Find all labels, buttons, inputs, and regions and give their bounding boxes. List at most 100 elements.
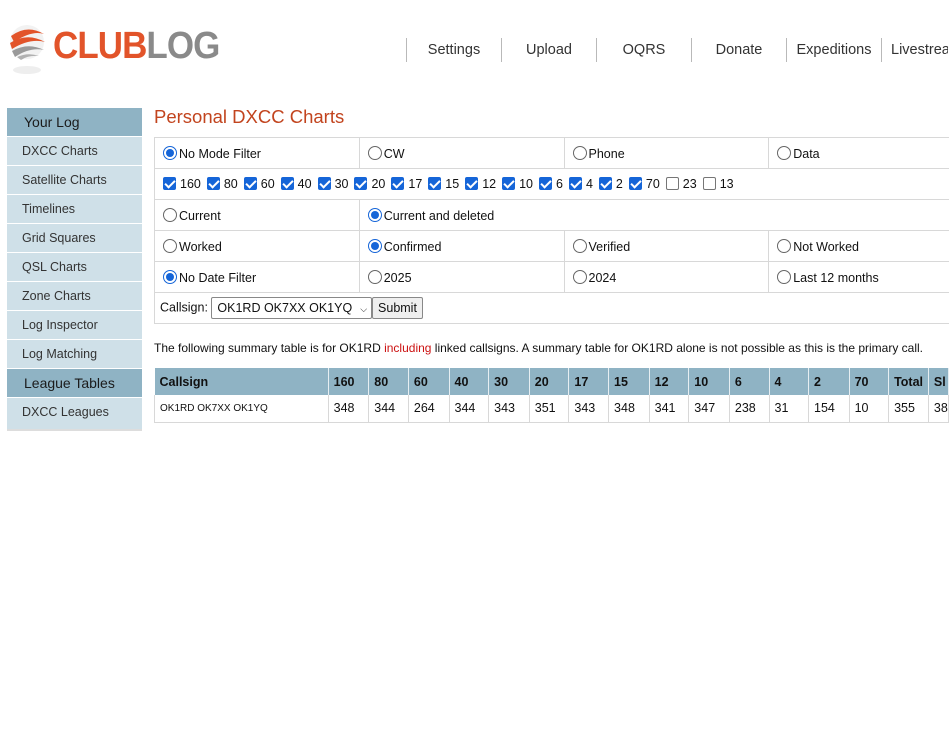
column-header[interactable]: 60	[408, 368, 450, 395]
nav-expeditions[interactable]: Expeditions	[786, 38, 881, 62]
sidebar-item-dxcc-leagues[interactable]: DXCC Leagues	[7, 398, 142, 431]
column-header[interactable]: 17	[568, 368, 610, 395]
status-option-confirmed[interactable]: Confirmed	[358, 230, 565, 262]
column-header[interactable]: Sl	[928, 368, 949, 395]
column-header[interactable]: 6	[729, 368, 770, 395]
row-count-cell: 344	[448, 395, 490, 423]
checkbox-band-15[interactable]	[428, 177, 442, 190]
checkbox-band-17[interactable]	[391, 177, 405, 190]
checkbox-band-160[interactable]	[163, 177, 176, 190]
checkbox-band-10[interactable]	[502, 177, 516, 190]
column-header[interactable]: 40	[449, 368, 490, 395]
column-header[interactable]: 10	[688, 368, 730, 395]
mode-option-none[interactable]: No Mode Filter	[154, 137, 360, 169]
nav-donate[interactable]: Donate	[691, 38, 786, 62]
mode-option-data[interactable]: Data	[768, 137, 949, 169]
radio-last-12-months[interactable]	[777, 269, 792, 284]
radio-2025[interactable]	[367, 269, 382, 284]
clublog-logo[interactable]: CLUBLOG	[8, 22, 220, 78]
checkbox-band-30[interactable]	[317, 177, 331, 190]
band-option-10[interactable]: 10	[502, 177, 533, 191]
sidebar-item-qsl-charts[interactable]: QSL Charts	[7, 253, 142, 282]
date-option-2025[interactable]: 2025	[358, 261, 565, 293]
date-option-none[interactable]: No Date Filter	[154, 261, 360, 293]
nav-oqrs[interactable]: OQRS	[596, 38, 691, 62]
band-option-60[interactable]: 60	[243, 177, 275, 191]
entity-option-current[interactable]: Current	[154, 199, 360, 231]
column-header[interactable]: 70	[849, 368, 890, 395]
checkbox-label: 6	[556, 177, 563, 191]
radio-phone[interactable]	[572, 145, 587, 160]
mode-option-phone[interactable]: Phone	[563, 137, 770, 169]
sidebar-item-dxcc-charts[interactable]: DXCC Charts	[7, 137, 142, 166]
date-option-last-12-months[interactable]: Last 12 months	[768, 261, 949, 293]
radio-no-date-filter[interactable]	[163, 269, 177, 284]
checkbox-band-20[interactable]	[354, 177, 368, 190]
band-option-70[interactable]: 70	[628, 177, 660, 191]
column-header[interactable]: 15	[608, 368, 650, 395]
band-option-17[interactable]: 17	[391, 177, 422, 191]
band-option-15[interactable]: 15	[428, 177, 459, 191]
band-option-160[interactable]: 160	[163, 177, 201, 191]
checkbox-band-60[interactable]	[243, 177, 257, 190]
callsign-select[interactable]: OK1RD OK7XX OK1YQ ⌵	[211, 297, 373, 319]
nav-livestream[interactable]: Livestream	[881, 38, 948, 62]
checkbox-band-80[interactable]	[206, 177, 220, 190]
nav-upload[interactable]: Upload	[501, 38, 596, 62]
radio-cw[interactable]	[367, 145, 382, 160]
column-header[interactable]: 30	[488, 368, 530, 395]
column-header[interactable]: Total	[888, 368, 929, 395]
checkbox-band-6[interactable]	[539, 177, 553, 190]
checkbox-band-12[interactable]	[465, 177, 479, 190]
checkbox-band-2[interactable]	[598, 177, 612, 190]
column-header[interactable]: 12	[649, 368, 690, 395]
band-option-20[interactable]: 20	[354, 177, 385, 191]
radio-confirmed[interactable]	[367, 238, 382, 253]
checkbox-band-23[interactable]	[665, 177, 679, 190]
band-option-4[interactable]: 4	[568, 177, 593, 191]
radio-worked[interactable]	[163, 238, 177, 253]
radio-verified[interactable]	[572, 238, 587, 253]
sidebar-item-log-matching[interactable]: Log Matching	[7, 340, 142, 369]
radio-no-mode-filter[interactable]	[163, 145, 177, 160]
status-option-worked[interactable]: Worked	[154, 230, 360, 262]
radio-not-worked[interactable]	[777, 238, 792, 253]
column-header[interactable]: 20	[529, 368, 570, 395]
checkbox-band-40[interactable]	[280, 177, 294, 190]
column-header[interactable]: 160	[328, 368, 370, 395]
column-header[interactable]: 4	[769, 368, 810, 395]
sidebar-item-timelines[interactable]: Timelines	[7, 195, 142, 224]
nav-settings[interactable]: Settings	[406, 38, 501, 62]
column-header[interactable]: 2	[808, 368, 850, 395]
checkbox-label: 15	[445, 177, 460, 191]
band-option-6[interactable]: 6	[539, 177, 563, 191]
checkbox-band-13[interactable]	[702, 177, 716, 190]
column-header[interactable]: Callsign	[154, 368, 329, 395]
logo-log-text: LOG	[146, 25, 220, 67]
band-option-2[interactable]: 2	[598, 177, 623, 191]
radio-data[interactable]	[777, 145, 792, 160]
submit-button[interactable]: Submit	[372, 297, 423, 319]
radio-current-and-deleted[interactable]	[367, 207, 382, 222]
status-option-verified[interactable]: Verified	[563, 230, 770, 262]
entity-option-current-and-deleted[interactable]: Current and deleted	[358, 199, 949, 231]
sidebar-item-log-inspector[interactable]: Log Inspector	[7, 311, 142, 340]
checkbox-band-70[interactable]	[628, 177, 642, 190]
sidebar-item-zone-charts[interactable]: Zone Charts	[7, 282, 142, 311]
radio-current[interactable]	[163, 207, 177, 222]
band-option-13[interactable]: 13	[702, 177, 734, 191]
radio-label: Current	[179, 208, 221, 223]
date-option-2024[interactable]: 2024	[563, 261, 770, 293]
checkbox-band-4[interactable]	[568, 177, 582, 190]
band-option-12[interactable]: 12	[465, 177, 496, 191]
band-option-80[interactable]: 80	[206, 177, 238, 191]
band-option-40[interactable]: 40	[280, 177, 312, 191]
mode-option-cw[interactable]: CW	[358, 137, 565, 169]
sidebar-item-satellite-charts[interactable]: Satellite Charts	[7, 166, 142, 195]
band-option-30[interactable]: 30	[317, 177, 348, 191]
status-option-not-worked[interactable]: Not Worked	[768, 230, 949, 262]
radio-2024[interactable]	[572, 269, 587, 284]
band-option-23[interactable]: 23	[665, 177, 697, 191]
column-header[interactable]: 80	[368, 368, 409, 395]
sidebar-item-grid-squares[interactable]: Grid Squares	[7, 224, 142, 253]
